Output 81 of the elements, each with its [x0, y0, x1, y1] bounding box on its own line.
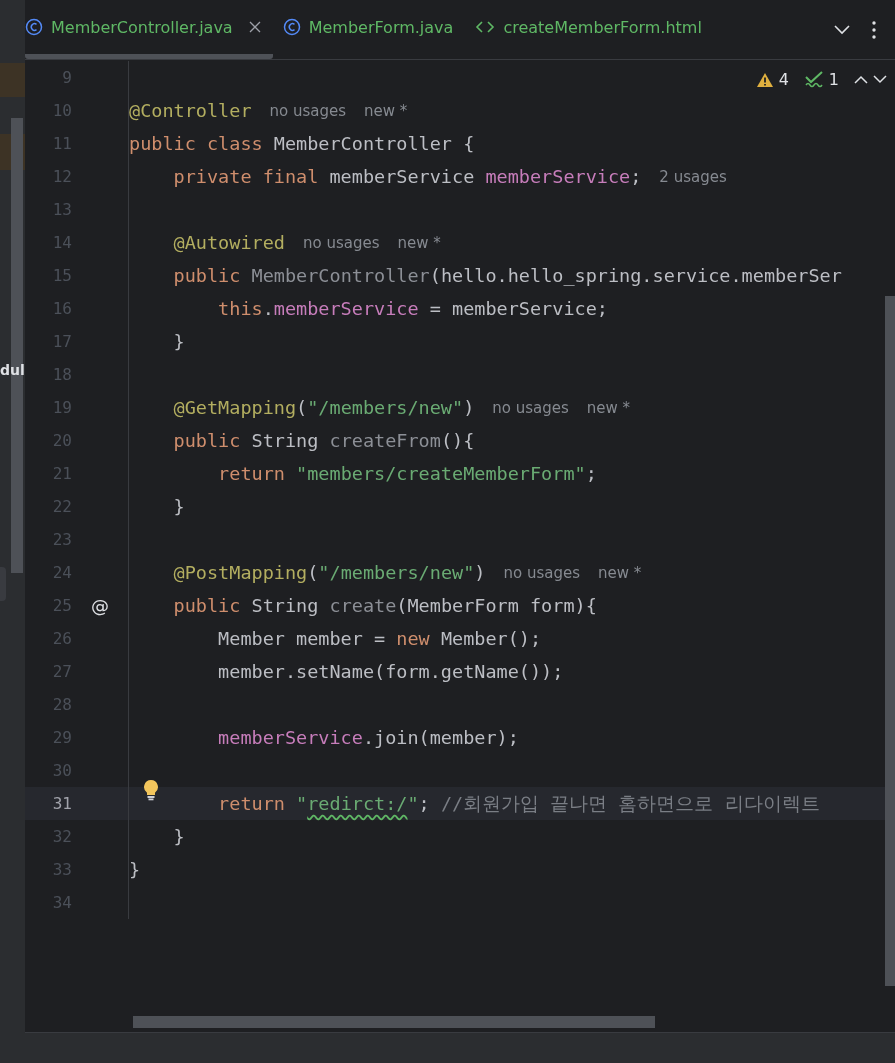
more-icon[interactable]: [872, 20, 876, 39]
code-text: Member member =: [217, 628, 387, 649]
code-text: String: [251, 595, 320, 616]
annotation-text: @PostMapping: [172, 562, 308, 583]
code-text: MemberController {: [273, 133, 475, 154]
code-text: (hello.hello_spring.service.memberSer: [429, 265, 842, 286]
inlay-hint: no usages: [269, 101, 347, 120]
method-name: MemberController: [251, 265, 430, 286]
method-name: createFrom: [329, 430, 441, 451]
string-text: ": [296, 793, 308, 814]
keyword-text: public: [172, 430, 242, 451]
gutter-mark[interactable]: @: [91, 595, 109, 616]
inlay-hint: new *: [586, 398, 631, 417]
editor-tab[interactable]: MemberForm.java: [282, 0, 466, 59]
class-icon: [282, 18, 301, 36]
string-text: ": [407, 793, 419, 814]
code-text: .join(member);: [362, 727, 519, 748]
code-text: .: [262, 298, 274, 319]
scrollbar-thumb[interactable]: [133, 1016, 655, 1028]
editor-tab[interactable]: MemberController.java: [25, 0, 273, 59]
code-comment: //회원가입 끝나면 홈하면으로 리다이렉트: [440, 792, 820, 816]
inlay-hint: no usages: [302, 233, 380, 252]
scrollbar-thumb[interactable]: [885, 296, 895, 986]
code-text: (MemberForm form){: [396, 595, 597, 616]
code-text: = memberService;: [428, 298, 608, 319]
field-text: memberService: [217, 727, 363, 748]
code-text: String: [251, 430, 320, 451]
code-text: (: [307, 562, 319, 583]
code-text: }: [172, 496, 185, 517]
keyword-text: public: [172, 595, 242, 616]
code-text: (){: [440, 430, 475, 451]
code-text: member.setName(form.getName());: [217, 661, 564, 682]
field-text: memberService: [273, 298, 419, 319]
code-text: (: [296, 397, 308, 418]
keyword-text: return: [217, 463, 286, 484]
keyword-text: public: [172, 265, 242, 286]
code-text: ;: [630, 166, 642, 187]
code-text: }: [129, 859, 141, 880]
class-icon: [25, 18, 43, 36]
inlay-hint: no usages: [492, 398, 569, 417]
code-text: memberService: [329, 166, 476, 187]
annotation-text: @Autowired: [172, 232, 285, 253]
code-text: ;: [585, 463, 597, 484]
string-text: "/members/new": [307, 397, 464, 418]
string-text: redirct:/: [307, 793, 408, 814]
annotation-text: @GetMapping: [172, 397, 297, 418]
keyword-text: this: [217, 298, 263, 319]
check-icon[interactable]: [803, 70, 824, 89]
inlay-hint: new *: [364, 101, 408, 120]
inlay-hint: new *: [597, 563, 642, 582]
chevron-down-icon[interactable]: [834, 24, 850, 35]
check-count: 1: [828, 70, 839, 89]
close-icon[interactable]: [248, 21, 261, 33]
code-text: }: [172, 826, 185, 847]
string-text: "/members/new": [318, 562, 475, 583]
code-text: ): [474, 562, 486, 583]
code-text: ;: [418, 793, 431, 814]
line-number: 31: [51, 794, 72, 813]
keyword-text: new: [396, 628, 431, 649]
field-text: memberService: [485, 166, 631, 187]
panel-label: dul: [0, 362, 25, 378]
warning-icon[interactable]: [755, 71, 774, 88]
inlay-hint: no usages: [503, 563, 580, 582]
keyword-text: public class: [129, 133, 264, 154]
warning-count: 4: [778, 70, 789, 89]
code-text: }: [172, 331, 185, 352]
keyword-text: return: [217, 793, 286, 814]
inlay-hint: 2 usages: [659, 167, 727, 186]
inlay-hint: new *: [397, 233, 441, 252]
highlight-bar: [0, 63, 25, 97]
chevron-down-icon[interactable]: [873, 75, 887, 84]
editor-tab[interactable]: createMemberForm.html: [475, 0, 714, 59]
method-name: create: [329, 595, 397, 616]
annotation-text: @Controller: [129, 100, 252, 121]
code-text: Member();: [440, 628, 542, 649]
chevron-up-icon[interactable]: [854, 75, 868, 84]
lightbulb-icon[interactable]: [143, 779, 159, 801]
code-icon: [475, 20, 496, 34]
string-text: "members/createMemberForm": [296, 463, 586, 484]
keyword-text: private final: [172, 166, 320, 187]
code-text: ): [463, 397, 475, 418]
